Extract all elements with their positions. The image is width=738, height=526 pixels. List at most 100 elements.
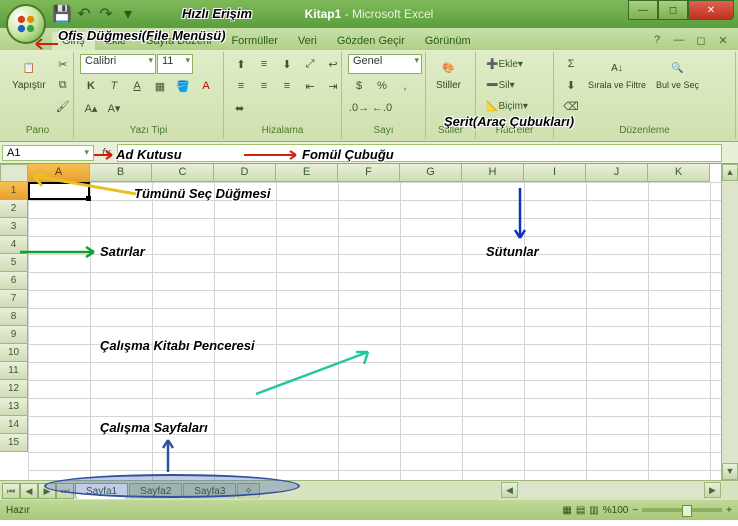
paste-button[interactable]: 📋 Yapıştır [8,54,50,93]
merge-center-button[interactable]: ⬌ [230,98,249,118]
qat-customize-icon[interactable]: ▾ [118,4,138,24]
decrease-decimal-button[interactable]: ←.0 [371,98,393,118]
align-bottom-button[interactable]: ⬇ [276,54,298,74]
font-name-combo[interactable]: Calibri [80,54,156,74]
row-header-6[interactable]: 6 [0,272,28,290]
close-button[interactable]: ✕ [688,0,734,20]
mdi-close-icon[interactable]: ✕ [714,32,732,48]
styles-button[interactable]: 🎨 Stiller [432,54,465,93]
mdi-restore-icon[interactable]: ◻ [692,32,710,48]
insert-cells-button[interactable]: ➕ Ekle ▾ [482,54,527,74]
office-button[interactable] [6,4,46,44]
align-center-button[interactable]: ≡ [253,76,275,96]
row-header-9[interactable]: 9 [0,326,28,344]
format-painter-icon[interactable]: 🖌 [52,96,74,116]
col-header-J[interactable]: J [586,164,648,182]
zoom-out-button[interactable]: − [632,505,638,516]
vertical-scrollbar[interactable]: ▲ ▼ [721,164,738,480]
underline-button[interactable]: A [126,76,148,96]
active-cell[interactable] [28,182,90,200]
scroll-right-button[interactable]: ▶ [704,482,721,498]
increase-decimal-button[interactable]: .0→ [348,98,370,118]
row-header-14[interactable]: 14 [0,416,28,434]
align-left-button[interactable]: ≡ [230,76,252,96]
number-format-combo[interactable]: Genel [348,54,422,74]
font-color-button[interactable]: A [195,76,217,96]
tab-formulas[interactable]: Formüller [221,32,287,50]
font-size-combo[interactable]: 11 [157,54,193,74]
row-header-11[interactable]: 11 [0,362,28,380]
scroll-left-button[interactable]: ◀ [501,482,518,498]
comma-button[interactable]: , [394,76,416,96]
grow-font-button[interactable]: A▴ [80,98,102,118]
decrease-indent-button[interactable]: ⇤ [299,76,321,96]
fx-icon[interactable]: fx [96,147,117,159]
shrink-font-button[interactable]: A▾ [103,98,125,118]
sheet-tab-3[interactable]: Sayfa3 [183,483,236,499]
row-header-2[interactable]: 2 [0,200,28,218]
scroll-down-button[interactable]: ▼ [722,463,738,480]
bold-button[interactable]: K [80,76,102,96]
align-right-button[interactable]: ≡ [276,76,298,96]
italic-button[interactable]: T [103,76,125,96]
sheet-tab-1[interactable]: Sayfa1 [75,483,128,499]
undo-icon[interactable]: ↶ [74,4,94,24]
tab-page-layout[interactable]: Sayfa Düzeni [136,32,221,50]
increase-indent-button[interactable]: ⇥ [322,76,344,96]
currency-button[interactable]: $ [348,76,370,96]
align-middle-button[interactable]: ≡ [253,54,275,74]
find-select-button[interactable]: 🔍 Bul ve Seç [652,54,703,92]
redo-icon[interactable]: ↷ [96,4,116,24]
col-header-F[interactable]: F [338,164,400,182]
save-icon[interactable]: 💾 [52,4,72,24]
horizontal-scrollbar[interactable]: ◀ ▶ [501,482,721,498]
tab-review[interactable]: Gözden Geçir [327,32,415,50]
col-header-C[interactable]: C [152,164,214,182]
view-layout-icon[interactable]: ▤ [576,505,585,516]
border-button[interactable]: ▦ [149,76,171,96]
wrap-text-button[interactable]: ↩ [322,54,344,74]
row-header-13[interactable]: 13 [0,398,28,416]
orientation-button[interactable]: ⤢ [299,54,321,74]
scroll-up-button[interactable]: ▲ [722,164,738,181]
cell-grid[interactable] [28,182,721,480]
sheet-nav-prev[interactable]: ◀ [20,483,38,499]
copy-icon[interactable]: ⧉ [52,75,74,95]
zoom-level[interactable]: %100 [603,505,629,516]
fill-color-button[interactable]: 🪣 [172,76,194,96]
row-header-10[interactable]: 10 [0,344,28,362]
formula-input[interactable] [117,144,722,162]
col-header-K[interactable]: K [648,164,710,182]
col-header-B[interactable]: B [90,164,152,182]
row-header-7[interactable]: 7 [0,290,28,308]
col-header-E[interactable]: E [276,164,338,182]
name-box[interactable]: A1▾ [2,145,94,161]
maximize-button[interactable]: ◻ [658,0,688,20]
autosum-button[interactable]: Σ [560,54,582,74]
col-header-A[interactable]: A [28,164,90,182]
row-header-1[interactable]: 1 [0,182,28,200]
sort-filter-button[interactable]: A↓ Sırala ve Filtre [584,54,650,92]
sheet-nav-first[interactable]: ⏮ [2,483,20,499]
col-header-I[interactable]: I [524,164,586,182]
clear-button[interactable]: ⌫ [560,96,582,116]
row-header-12[interactable]: 12 [0,380,28,398]
cut-icon[interactable]: ✂ [52,54,74,74]
tab-home[interactable]: Giriş [52,32,95,50]
col-header-G[interactable]: G [400,164,462,182]
mdi-minimize-icon[interactable]: — [670,32,688,48]
sheet-nav-last[interactable]: ⏭ [56,483,74,499]
row-header-8[interactable]: 8 [0,308,28,326]
tab-view[interactable]: Görünüm [415,32,481,50]
col-header-H[interactable]: H [462,164,524,182]
percent-button[interactable]: % [371,76,393,96]
zoom-slider[interactable] [642,508,722,512]
tab-data[interactable]: Veri [288,32,327,50]
row-header-3[interactable]: 3 [0,218,28,236]
help-icon[interactable]: ? [648,32,666,48]
insert-sheet-button[interactable]: ✧ [237,483,259,499]
delete-cells-button[interactable]: ➖ Sil ▾ [482,75,519,95]
view-normal-icon[interactable]: ▦ [562,505,571,516]
row-header-5[interactable]: 5 [0,254,28,272]
row-header-4[interactable]: 4 [0,236,28,254]
